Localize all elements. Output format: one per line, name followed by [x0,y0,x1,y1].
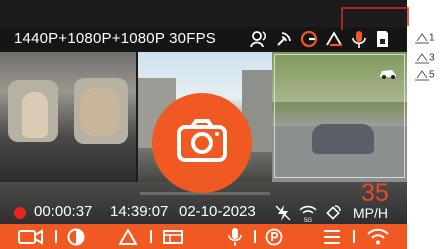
microphone-icon[interactable] [226,226,244,247]
video-camera-icon[interactable] [18,226,44,247]
toolbar-separator [150,230,152,243]
speed-value: 35 [361,179,389,207]
g-sensor-icon [299,29,319,49]
toolbar-separator [254,230,256,243]
wifi-icon[interactable] [366,226,390,247]
voice-control-icon [249,29,269,49]
warning-triangle-icon[interactable] [118,226,138,247]
screen-layout-icon[interactable] [162,226,184,247]
flash-off-icon [273,203,293,223]
speed-unit: MP/H [353,205,388,221]
toolbar-separator [55,230,57,243]
exposure-icon[interactable] [66,226,86,247]
gps-signal-icon [274,29,294,49]
car-icon [378,66,398,79]
dog-figure [80,88,120,136]
resolution-label: 1440P+1080P+1080P 30FPS [14,30,216,47]
recording-dot [14,207,26,219]
date: 02-10-2023 [179,203,256,220]
cabin-camera-feed[interactable] [0,52,136,182]
photo-capture-button[interactable] [152,93,252,193]
svg-text:5G: 5G [304,218,312,223]
callout-5: 5 [415,68,435,82]
callout-3: 3 [415,51,435,65]
callout-3-label: 3 [429,52,435,64]
clock-time: 14:39:07 [110,203,169,220]
toolbar-separator [353,230,355,243]
callout-1: 1 [415,31,435,45]
wifi-5g-icon: 5G [298,203,318,224]
callout-5-label: 5 [429,69,435,81]
recording-info: 00:00:37 14:39:07 02-10-2023 5G [0,202,407,224]
callout-1-label: 1 [429,32,435,44]
child-figure [22,92,48,138]
bottom-toolbar [0,224,407,249]
camera-icon [176,118,228,168]
parking-icon[interactable] [264,226,284,247]
satellite-icon [323,203,343,223]
menu-icon[interactable] [322,226,342,247]
elapsed-time: 00:00:37 [34,203,93,220]
